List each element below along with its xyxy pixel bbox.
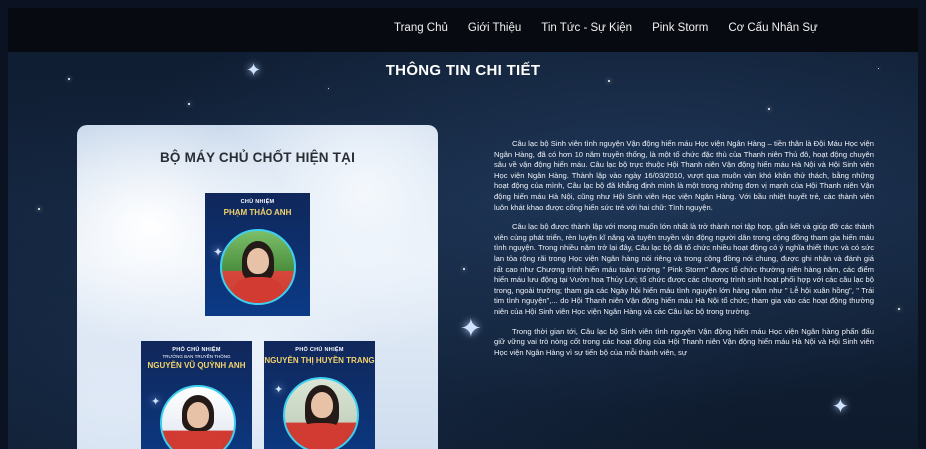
sparkle-icon: ✦ — [213, 245, 224, 259]
page-title: THÔNG TIN CHI TIẾT — [385, 62, 541, 79]
top-navigation-bar: Trang Chủ Giới Thiệu Tin Tức - Sự Kiện P… — [8, 8, 918, 52]
article-body: Câu lạc bộ Sinh viên tình nguyện Vận độn… — [494, 139, 874, 367]
nav-item-personnel[interactable]: Cơ Cấu Nhân Sự — [728, 22, 817, 34]
nav-item-news-events[interactable]: Tin Tức - Sự Kiện — [541, 22, 632, 34]
nav-item-about[interactable]: Giới Thiệu — [468, 22, 521, 34]
member-subtitle: TRƯỞNG BAN TRUYỀN THÔNG — [162, 354, 231, 359]
article-paragraph: Câu lạc bộ được thành lập với mong muốn … — [494, 222, 874, 316]
sparkle-icon: ✦ — [274, 383, 284, 396]
member-name: PHẠM THẢO ANH — [223, 208, 292, 217]
sparkle-icon: ✦ — [151, 395, 161, 408]
sparkle-icon: ✦ — [460, 314, 482, 344]
star-decoration — [328, 88, 329, 89]
member-card: CHỦ NHIỆM PHẠM THẢO ANH ✦ — [205, 193, 310, 316]
star-decoration — [768, 108, 770, 110]
nav-item-home[interactable]: Trang Chủ — [394, 22, 448, 34]
star-decoration — [463, 268, 465, 270]
star-decoration — [608, 80, 610, 82]
nav-menu: Trang Chủ Giới Thiệu Tin Tức - Sự Kiện P… — [394, 22, 838, 34]
panel-title: BỘ MÁY CHỦ CHỐT HIỆN TẠI — [159, 150, 356, 165]
member-card: PHÓ CHỦ NHIỆM NGUYỄN THỊ HUYỀN TRANG ✦ — [264, 341, 375, 449]
member-role: PHÓ CHỦ NHIỆM — [295, 347, 344, 353]
star-decoration — [188, 103, 190, 105]
star-decoration — [38, 208, 40, 210]
article-paragraph: Câu lạc bộ Sinh viên tình nguyện Vận độn… — [494, 139, 874, 212]
member-role: PHÓ CHỦ NHIỆM — [172, 347, 221, 353]
nav-item-pink-storm[interactable]: Pink Storm — [652, 22, 708, 34]
member-role: CHỦ NHIỆM — [240, 199, 275, 205]
leadership-panel: BỘ MÁY CHỦ CHỐT HIỆN TẠI CHỦ NHIỆM PHẠM … — [77, 125, 438, 449]
member-photo — [160, 385, 236, 449]
article-paragraph: Trong thời gian tới, Câu lạc bộ Sinh viê… — [494, 326, 874, 357]
star-decoration — [898, 308, 900, 310]
page-background: ✦ ✦ ✦ Trang Chủ Giới Thiệu Tin Tức - Sự … — [8, 8, 918, 449]
member-photo — [283, 377, 359, 449]
member-card: PHÓ CHỦ NHIỆM TRƯỞNG BAN TRUYỀN THÔNG NG… — [141, 341, 252, 449]
member-name: NGUYỄN THỊ HUYỀN TRANG — [264, 356, 375, 365]
member-name: NGUYỄN VŨ QUỲNH ANH — [147, 361, 246, 370]
sparkle-icon: ✦ — [832, 394, 849, 418]
member-photo — [220, 229, 296, 305]
